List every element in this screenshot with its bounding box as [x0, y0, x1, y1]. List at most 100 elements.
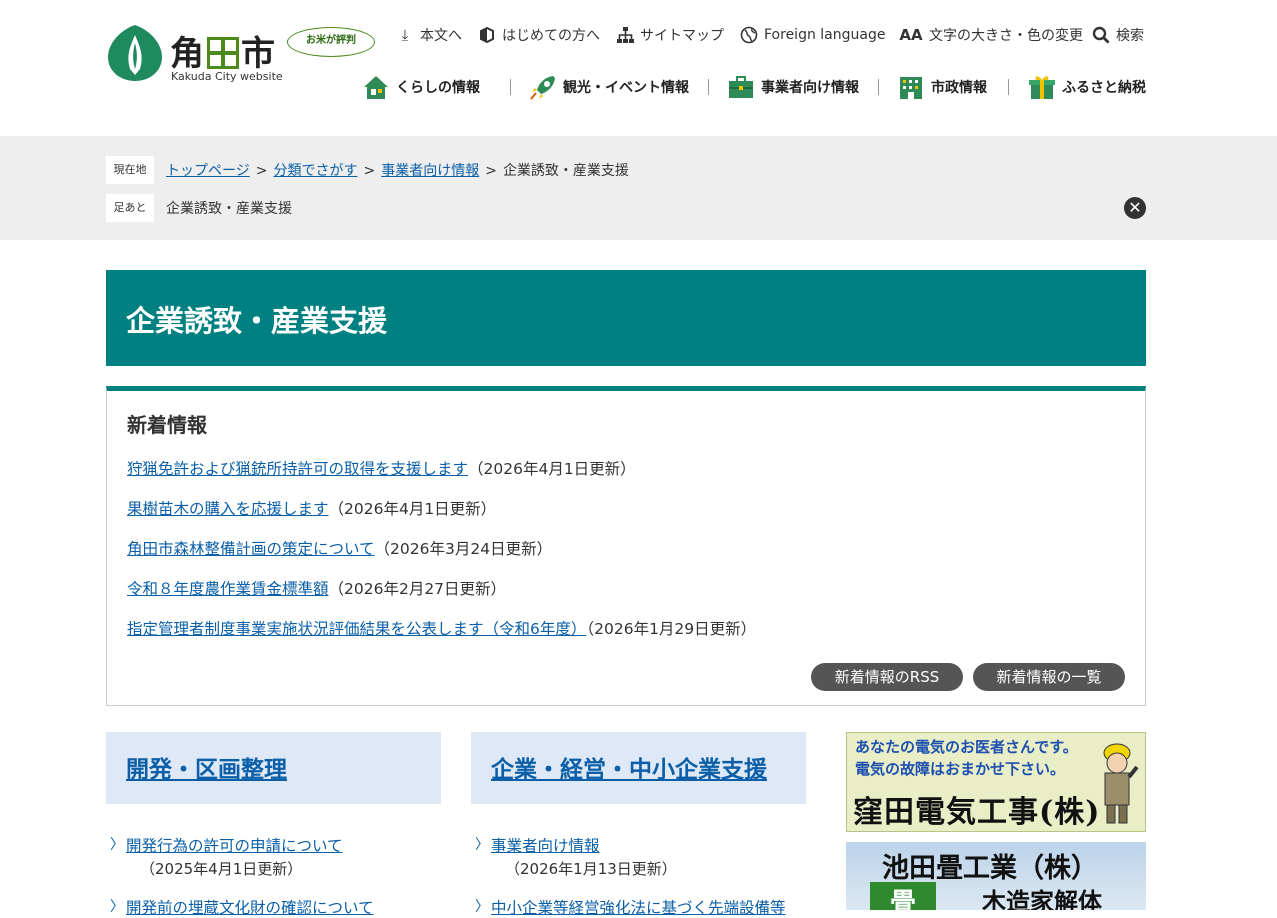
news-item-date: （2026年4月1日更新） [468, 460, 636, 478]
news-item-date: （2026年3月24日更新） [374, 540, 553, 558]
download-icon: ⤓ [401, 26, 409, 44]
sitemap-icon [617, 27, 634, 43]
category-link-item: 〉 開発前の埋蔵文化財の確認について [110, 896, 374, 918]
util-label: Foreign language [764, 27, 886, 43]
gnav-divider [878, 79, 879, 95]
category-link-item: 〉 開発行為の許可の申請について [110, 834, 343, 856]
briefcase-icon [729, 76, 753, 98]
search-link[interactable]: 検索 [1092, 25, 1144, 45]
category-link-item: 〉 中小企業等経営強化法に基づく先端設備等 [475, 896, 786, 918]
gnav-divider [1008, 79, 1009, 95]
breadcrumb-link-category[interactable]: 分類でさがす [273, 163, 357, 179]
category-link-date: （2025年4月1日更新） [140, 860, 303, 878]
news-item-link[interactable]: 果樹苗木の購入を応援します [127, 500, 329, 518]
close-icon[interactable]: ✕ [1124, 197, 1146, 219]
news-item: 角田市森林整備計画の策定について（2026年3月24日更新） [127, 537, 552, 559]
breadcrumb-current: 企業誘致・産業支援 [502, 163, 629, 179]
page-title: 企業誘致・産業支援 [126, 304, 388, 338]
current-location-tag: 現在地 [106, 156, 154, 184]
gnav-hometown-tax[interactable]: ふるさと納税 [1028, 72, 1146, 102]
category-title-link[interactable]: 企業・経営・中小企業支援 [491, 750, 767, 784]
category-link[interactable]: 開発行為の許可の申請について [126, 837, 343, 855]
search-icon [1092, 26, 1110, 44]
breadcrumb-link-business[interactable]: 事業者向け情報 [381, 163, 479, 179]
category-title-link[interactable]: 開発・区画整理 [126, 750, 287, 784]
news-item: 狩猟免許および猟銃所持許可の取得を支援します（2026年4月1日更新） [127, 457, 636, 479]
beginners-link[interactable]: はじめての方へ [478, 25, 600, 45]
site-logo[interactable]: 角市 [170, 26, 276, 75]
footprint-tag: 足あと [106, 194, 154, 222]
news-item-link[interactable]: 指定管理者制度事業実施状況評価結果を公表します（令和6年度） [127, 620, 586, 638]
gift-icon [1029, 76, 1055, 99]
gnav-label: くらしの情報 [396, 80, 480, 96]
breadcrumb-link-top[interactable]: トップページ [166, 163, 250, 179]
category-link-date: （2026年1月13日更新） [505, 860, 677, 878]
breadcrumb-separator: > [485, 163, 497, 179]
news-item-date: （2026年4月1日更新） [328, 500, 497, 518]
globe-icon [740, 26, 758, 44]
news-rss-button[interactable]: 新着情報のRSS [811, 663, 963, 691]
gnav-living-info[interactable]: くらしの情報 [362, 72, 480, 102]
site-header: 角市 Kakuda City website お米が評判 ⤓ 本文へ はじめての… [0, 0, 1277, 136]
category-link-item: 〉 事業者向け情報 [475, 834, 600, 856]
news-item-link[interactable]: 狩猟免許および猟銃所持許可の取得を支援します [127, 460, 468, 478]
chevron-right-icon: 〉 [475, 837, 489, 853]
news-item-link[interactable]: 角田市森林整備計画の策定について [127, 540, 375, 558]
gnav-label: 事業者向け情報 [761, 80, 859, 96]
house-icon [364, 76, 388, 99]
breadcrumb-area: 現在地 トップページ > 分類でさがす > 事業者向け情報 > 企業誘致・産業支援 足あと … [0, 136, 1277, 240]
city-emblem-icon[interactable] [108, 23, 162, 83]
category-link[interactable]: 開発前の埋蔵文化財の確認について [126, 899, 374, 917]
banner-ad-electric[interactable]: あなたの電気のお医者さんです。 電気の故障はおまかせ下さい。 窪田電気工事(株) [846, 732, 1146, 832]
gnav-business-info[interactable]: 事業者向け情報 [727, 72, 859, 102]
ad-line: 電気の故障はおまかせ下さい。 [855, 760, 1066, 778]
news-item-link[interactable]: 令和８年度農作業賃金標準額 [127, 580, 329, 598]
news-item: 果樹苗木の購入を応援します（2026年4月1日更新） [127, 497, 496, 519]
gnav-label: 観光・イベント情報 [563, 80, 689, 96]
sitemap-link[interactable]: サイトマップ [616, 25, 724, 45]
skip-to-content-link[interactable]: ⤓ 本文へ [396, 25, 462, 45]
ad-line: あなたの電気のお医者さんです。 [855, 738, 1078, 756]
chevron-right-icon: 〉 [475, 899, 489, 915]
news-section: 新着情報 狩猟免許および猟銃所持許可の取得を支援します（2026年4月1日更新）… [106, 386, 1146, 706]
footprint-trail: 企業誘致・産業支援 [166, 201, 292, 217]
news-list-button[interactable]: 新着情報の一覧 [973, 663, 1125, 691]
gnav-label: ふるさと納税 [1062, 80, 1146, 96]
category-link[interactable]: 事業者向け情報 [491, 837, 600, 855]
util-label: 本文へ [420, 28, 462, 44]
news-item: 令和８年度農作業賃金標準額（2026年2月27日更新） [127, 577, 506, 599]
text-size-color-link[interactable]: AA 文字の大きさ・色の変更 [899, 25, 1083, 45]
worker-mascot-icon [1103, 743, 1139, 824]
ad-company-name: 窪田電気工事(株) [853, 795, 1101, 830]
gnav-city-government[interactable]: 市政情報 [897, 72, 987, 102]
category-link[interactable]: 中小企業等経営強化法に基づく先端設備等 [491, 899, 786, 917]
news-item-date: （2026年1月29日更新） [586, 620, 757, 638]
foreign-language-link[interactable]: Foreign language [740, 25, 885, 45]
chevron-right-icon: 〉 [110, 837, 124, 853]
util-label: 文字の大きさ・色の変更 [929, 28, 1083, 44]
ad-mark: 畳 [870, 882, 936, 910]
rice-field-logo-icon [207, 37, 239, 69]
site-logo-subtitle: Kakuda City website [171, 70, 283, 83]
category-box-business-support: 企業・経営・中小企業支援 [471, 732, 806, 804]
rocket-icon [530, 76, 555, 100]
news-item-date: （2026年2月27日更新） [328, 580, 507, 598]
breadcrumb-separator: > [363, 163, 376, 179]
gnav-label: 市政情報 [931, 80, 987, 96]
gnav-divider [708, 79, 709, 95]
breadcrumb-separator: > [255, 163, 268, 179]
category-box-development: 開発・区画整理 [106, 732, 441, 804]
banner-ad-tatami[interactable]: 池田畳工業（株） 畳 木造家解体 [846, 842, 1146, 910]
gnav-divider [510, 79, 511, 95]
page-title-banner: 企業誘致・産業支援 [106, 270, 1146, 366]
logo-speech-bubble: お米が評判 [287, 27, 375, 57]
news-item: 指定管理者制度事業実施状況評価結果を公表します（令和6年度）（2026年1月29… [127, 617, 756, 639]
util-label: サイトマップ [640, 28, 724, 44]
util-label: はじめての方へ [502, 28, 600, 44]
beginner-mark-icon [480, 26, 494, 44]
text-size-icon: AA [899, 26, 923, 44]
news-heading: 新着情報 [127, 413, 207, 437]
gnav-tourism-events[interactable]: 観光・イベント情報 [529, 72, 689, 102]
ad-company-name: 池田畳工業（株） [882, 853, 1098, 884]
building-icon [900, 77, 922, 99]
